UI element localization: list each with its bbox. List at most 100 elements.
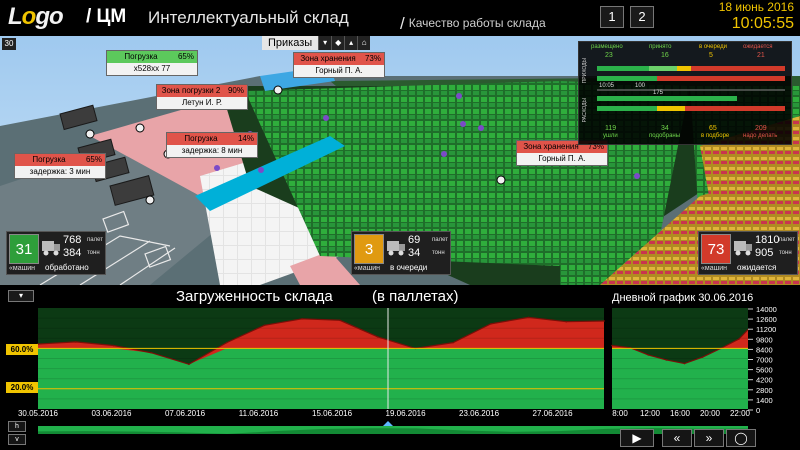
rewind-button[interactable]: « bbox=[662, 429, 692, 447]
chart-point bbox=[490, 323, 492, 325]
kpi-vehicles-count: 73 bbox=[701, 234, 731, 264]
y-tick-label: 4200 bbox=[756, 376, 773, 385]
kpi-expected-card[interactable]: 73 1810 палет 905 тонн «машин ожидается bbox=[698, 231, 798, 275]
stats-header-queue: в очереди bbox=[699, 44, 727, 50]
kpi-vehicles-count: 3 bbox=[354, 234, 384, 264]
kpi-pallets: 768 bbox=[63, 234, 82, 246]
tag-value: 65% bbox=[82, 154, 105, 166]
y-tick-label: 8400 bbox=[756, 345, 773, 354]
tag-line: Горный П. А. bbox=[294, 65, 384, 77]
kpi-tons-unit: тонн bbox=[432, 250, 445, 256]
daily-x-tick-label: 12:00 bbox=[640, 409, 661, 418]
orders-home-button[interactable]: ⌂ bbox=[357, 36, 371, 50]
kpi-caption-vehicles: «машин bbox=[354, 265, 380, 272]
tag-line: задержка: 8 мин bbox=[167, 145, 257, 157]
navigator-cursor bbox=[383, 421, 393, 426]
x-tick-label: 11.06.2016 bbox=[239, 409, 279, 418]
y-tick-label: 9800 bbox=[756, 335, 773, 344]
orders-dropdown-button[interactable]: ▾ bbox=[318, 36, 332, 50]
kpi-vehicles-count: 31 bbox=[9, 234, 39, 264]
orders-label[interactable]: Приказы bbox=[262, 36, 319, 50]
x-tick-label: 03.06.2016 bbox=[91, 409, 132, 418]
kpi-tons: 384 bbox=[63, 247, 82, 259]
kpi-tons: 34 bbox=[408, 247, 421, 259]
kpi-processed-card[interactable]: 31 768 палет 384 тонн «машин обработано bbox=[6, 231, 106, 275]
zone-tag-loading-3[interactable]: Погрузка 14% задержка: 8 мин bbox=[166, 132, 258, 158]
x-tick-label: 07.06.2016 bbox=[165, 409, 206, 418]
page-1-button[interactable]: 1 bbox=[600, 6, 624, 28]
load-chart[interactable]: 30.05.2016 03.06.2016 07.06.2016 11.06.2016… bbox=[0, 285, 800, 450]
chart-point bbox=[339, 319, 341, 322]
y-tick-label: 7000 bbox=[756, 356, 773, 365]
daily-x-tick-label: 8:00 bbox=[612, 409, 628, 418]
vertical-zoom-button[interactable]: v bbox=[8, 434, 26, 445]
zone-tag-loading-1[interactable]: Погрузка 65% x528xx 77 bbox=[106, 50, 198, 76]
tag-value: 14% bbox=[234, 133, 257, 145]
y-tick-label: 5600 bbox=[756, 366, 773, 375]
chart-point bbox=[738, 338, 740, 340]
chart-point bbox=[603, 320, 605, 322]
zone-tag-storage-1[interactable]: Зона хранения 73% Горный П. А. bbox=[293, 52, 385, 78]
orders-diamond-button[interactable]: ◆ bbox=[331, 36, 345, 50]
chart-point bbox=[225, 341, 228, 344]
kpi-queue-card[interactable]: 3 69 палет 34 тонн «машин в очереди bbox=[351, 231, 451, 275]
chart-point bbox=[647, 354, 650, 356]
chart-point bbox=[565, 320, 568, 323]
date-display: 18 июнь 2016 bbox=[718, 0, 794, 14]
kpi-pallets-unit: палет bbox=[432, 237, 448, 243]
logo-o: o bbox=[21, 3, 37, 30]
kpi-tons: 905 bbox=[755, 247, 774, 259]
subtitle-slash: / bbox=[400, 14, 405, 33]
subtitle-text: Качество работы склада bbox=[408, 16, 546, 30]
orders-up-button[interactable]: ▴ bbox=[344, 36, 358, 50]
tag-line: задержка: 3 мин bbox=[15, 166, 105, 178]
chart-point bbox=[74, 341, 77, 343]
kpi-tons-unit: тонн bbox=[87, 250, 100, 256]
y-tick-label: 0 bbox=[756, 406, 760, 415]
chart-point bbox=[611, 344, 613, 347]
daily-x-tick-label: 16:00 bbox=[670, 409, 691, 418]
zone-tag-loading-4[interactable]: Погрузка 65% задержка: 3 мин bbox=[14, 153, 106, 179]
page-2-button[interactable]: 2 bbox=[630, 6, 654, 28]
forward-button[interactable]: » bbox=[694, 429, 724, 447]
horizontal-zoom-button[interactable]: h bbox=[8, 421, 26, 432]
orders-toolbar: Приказы ▾ ◆ ▴ ⌂ bbox=[262, 36, 371, 50]
time-display: 10:05:55 bbox=[731, 15, 794, 32]
chart-point bbox=[150, 351, 152, 354]
daily-x-tick-label: 20:00 bbox=[700, 409, 721, 418]
chart-point bbox=[376, 336, 379, 338]
x-tick-label: 27.06.2016 bbox=[533, 409, 574, 418]
stats-time: 10:05 bbox=[599, 83, 615, 89]
stats-time-value: 100 bbox=[635, 83, 646, 89]
tag-title: Погрузка bbox=[107, 51, 175, 63]
stats-value-accepted: 16 bbox=[661, 52, 669, 59]
y-tick-label: 11200 bbox=[756, 325, 776, 334]
tag-line: x528xx 77 bbox=[107, 63, 197, 75]
stats-value-expected: 21 bbox=[757, 52, 765, 59]
fps-counter: 30 bbox=[2, 38, 16, 50]
stats-value-todo: 209 bbox=[755, 125, 767, 132]
stats-value-queue: 5 bbox=[709, 52, 713, 59]
tag-value: 65% bbox=[174, 51, 197, 63]
chart-point bbox=[301, 318, 303, 320]
zone-tag-loading-zone-2[interactable]: Зона погрузки 2 90% Летун И. Р. bbox=[156, 84, 248, 110]
chart-point bbox=[188, 363, 190, 366]
kpi-caption-status: ожидается bbox=[737, 263, 777, 272]
load-chart-panel: ▾ Загруженность склада (в паллетах) Днев… bbox=[0, 285, 800, 450]
stats-footer-left: ушли bbox=[603, 133, 618, 139]
chart-point bbox=[263, 324, 266, 327]
threshold-20-badge: 20.0% bbox=[6, 382, 38, 393]
tag-line: Горный П. А. bbox=[517, 153, 607, 165]
y-tick-label: 1400 bbox=[756, 396, 773, 405]
truck-icon bbox=[42, 241, 60, 256]
stats-footer-picking: в подборе bbox=[701, 133, 730, 139]
page-title: Интеллектуальный склад bbox=[148, 8, 349, 27]
warehouse-3d-view[interactable]: 30 Приказы ▾ ◆ ▴ ⌂ Погрузка 65% x528xx 77… bbox=[0, 36, 800, 285]
kpi-caption-status: обработано bbox=[45, 263, 89, 272]
stats-header-placed: размещено bbox=[591, 44, 623, 50]
x-tick-label: 15.06.2016 bbox=[312, 409, 353, 418]
header: Logo / ЦМ Интеллектуальный склад / Качест… bbox=[0, 0, 800, 36]
live-button[interactable]: ◯ bbox=[726, 429, 756, 447]
y-tick-label: 12600 bbox=[756, 315, 777, 324]
play-button[interactable]: ▶ bbox=[620, 429, 654, 447]
